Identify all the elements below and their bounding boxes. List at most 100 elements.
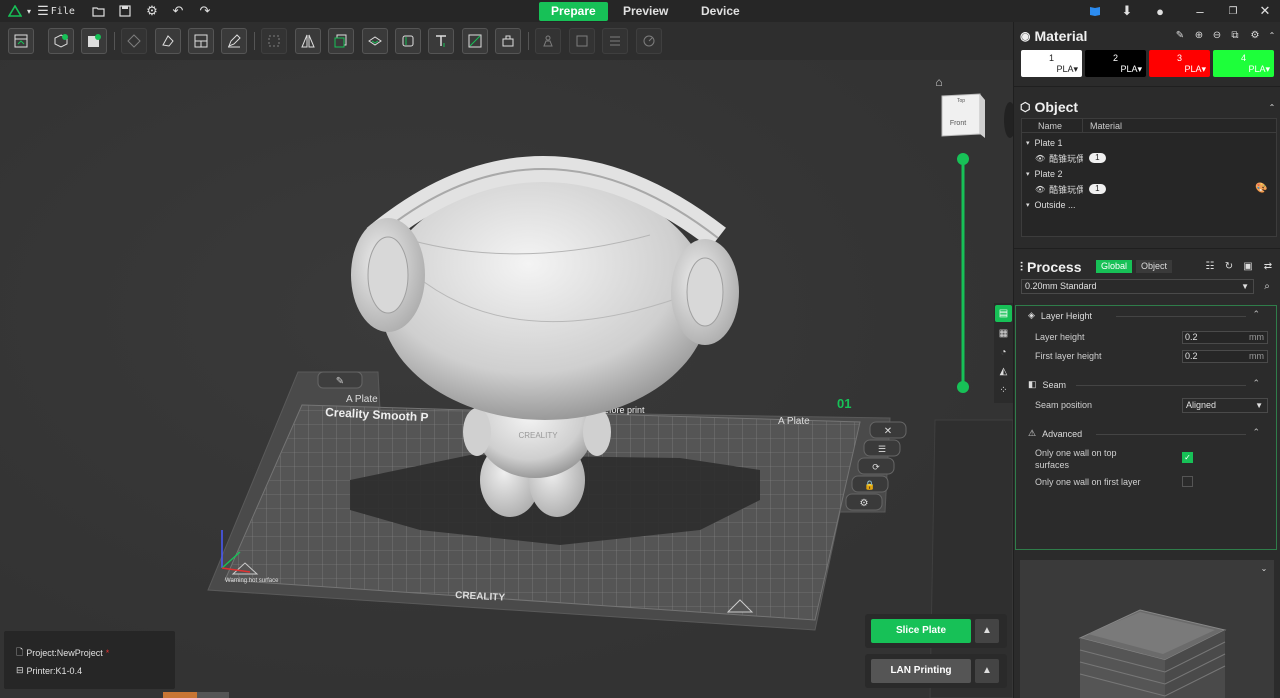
plate-row-1[interactable]: ▾ Plate 1	[1026, 136, 1063, 150]
section-advanced[interactable]: ⚠ Advanced	[1028, 428, 1082, 439]
tab-device[interactable]: Device	[689, 2, 752, 21]
timer-icon[interactable]	[636, 28, 662, 54]
seam-position-label: Seam position	[1035, 400, 1093, 410]
file-menu[interactable]: ☰ File	[37, 2, 75, 20]
add-object-icon[interactable]	[48, 28, 74, 54]
list-icon[interactable]	[602, 28, 628, 54]
view-cube-front: Front	[950, 120, 966, 127]
settings-list-icon[interactable]: ☷	[1204, 261, 1216, 273]
collapse-icon[interactable]: ⌃	[1252, 427, 1260, 438]
material-slot-4[interactable]: 4 PLA▾	[1213, 50, 1274, 77]
slice-preview[interactable]: ⌄	[1020, 560, 1274, 698]
text-icon[interactable]	[428, 28, 454, 54]
divider	[1014, 86, 1280, 87]
seam-paint-icon[interactable]	[395, 28, 421, 54]
eye-icon[interactable]: 👁	[1035, 185, 1045, 194]
home-view-icon[interactable]: ⌂	[935, 75, 942, 89]
lan-printing-button[interactable]: LAN Printing	[871, 659, 971, 683]
section-layer-height[interactable]: ◈ Layer Height	[1028, 310, 1092, 321]
paint-palette-icon[interactable]: 🎨	[1255, 183, 1267, 195]
mirror-icon[interactable]	[295, 28, 321, 54]
user-icon[interactable]: ●	[1152, 2, 1168, 20]
view-cube[interactable]: Top Front	[941, 93, 985, 138]
pencil-icon[interactable]	[221, 28, 247, 54]
one-wall-top-checkbox[interactable]: ✓	[1182, 452, 1193, 463]
object-row-1[interactable]: 👁 酷锥玩偶 1	[1035, 151, 1106, 165]
slice-plate-button[interactable]: Slice Plate	[871, 619, 971, 643]
chevron-down-icon[interactable]: ▾	[24, 2, 34, 20]
material-pill[interactable]: 1	[1089, 184, 1106, 194]
collapse-icon[interactable]: ⌃	[1252, 309, 1260, 320]
material-pill[interactable]: 1	[1089, 153, 1106, 163]
palette-icon: ◉	[1020, 29, 1031, 43]
one-wall-first-checkbox[interactable]	[1182, 476, 1193, 487]
material-slot-2[interactable]: 2 PLA▾	[1085, 50, 1146, 77]
paint-icon[interactable]: ✎	[1174, 30, 1186, 42]
search-icon[interactable]: ⌕	[1261, 281, 1273, 293]
open-folder-icon[interactable]	[90, 2, 106, 20]
layer-slider-top-handle[interactable]	[957, 153, 969, 165]
reset-icon[interactable]: ↻	[1223, 261, 1235, 273]
collapse-icon[interactable]: ⌃	[1266, 30, 1278, 42]
arrange-icon[interactable]	[155, 28, 181, 54]
color-paint-icon[interactable]	[462, 28, 488, 54]
auto-orient-icon[interactable]	[121, 28, 147, 54]
redo-icon[interactable]: ↷	[197, 2, 213, 20]
cut-icon[interactable]	[495, 28, 521, 54]
measure-icon[interactable]	[535, 28, 561, 54]
plate-row-2[interactable]: ▾ Plate 2	[1026, 167, 1063, 181]
collapse-icon[interactable]: ⌃	[1252, 378, 1260, 389]
layer-slider-bottom-handle[interactable]	[957, 381, 969, 393]
section-seam[interactable]: ◧ Seam	[1028, 379, 1066, 390]
gear-icon[interactable]: ⚙	[144, 2, 160, 20]
app-logo-icon[interactable]	[6, 2, 24, 20]
undo-icon[interactable]: ↶	[170, 2, 186, 20]
close-icon[interactable]: ✕	[1258, 2, 1272, 20]
collapse-icon[interactable]: ⌃	[1266, 102, 1278, 114]
gear-icon[interactable]: ⚙	[1249, 30, 1261, 42]
layer-height-input[interactable]: 0.2 mm	[1182, 331, 1268, 344]
save-icon[interactable]	[117, 2, 133, 20]
save-icon[interactable]: ▣	[1242, 261, 1254, 273]
assembly-icon[interactable]	[569, 28, 595, 54]
material-title: Material	[1034, 28, 1088, 44]
tab-global[interactable]: Global	[1096, 260, 1133, 273]
layout-icon[interactable]	[188, 28, 214, 54]
eye-icon[interactable]: 👁	[1035, 154, 1045, 163]
material-slot-1[interactable]: 1 PLA▾	[1021, 50, 1082, 77]
seam-position-select[interactable]: Aligned ▼	[1182, 398, 1268, 413]
divider	[1014, 248, 1280, 249]
quality-tab-icon[interactable]: ▤	[995, 305, 1012, 322]
outside-row[interactable]: ▾ Outside ...	[1026, 198, 1076, 212]
scale-icon[interactable]	[261, 28, 287, 54]
material-slot-3[interactable]: 3 PLA▾	[1149, 50, 1210, 77]
support-tab-icon[interactable]: ◭	[995, 363, 1012, 380]
sync-icon[interactable]: ⧉	[1229, 30, 1241, 42]
minimize-icon[interactable]: –	[1193, 2, 1207, 20]
first-layer-height-input[interactable]: 0.2 mm	[1182, 350, 1268, 363]
plate-view-icon[interactable]	[8, 28, 34, 54]
collapse-icon[interactable]: ⌄	[1258, 563, 1270, 575]
copy-icon[interactable]	[328, 28, 354, 54]
tab-object[interactable]: Object	[1136, 260, 1173, 273]
download-icon[interactable]: ⬇	[1119, 2, 1135, 20]
layer-height-label: Layer height	[1035, 332, 1085, 342]
chevron-up-icon[interactable]: ▲	[975, 619, 999, 643]
add-plate-icon[interactable]	[81, 28, 107, 54]
others-tab-icon[interactable]: ⁘	[995, 382, 1012, 399]
3d-viewport[interactable]: ✎ A Plate A Plate 01 Creality Smooth P B…	[0, 60, 1013, 698]
tab-prepare[interactable]: Prepare	[539, 2, 608, 21]
book-icon[interactable]	[1087, 2, 1103, 20]
speed-tab-icon[interactable]: ◔	[995, 344, 1012, 361]
remove-icon[interactable]: ⊖	[1211, 30, 1223, 42]
process-preset-select[interactable]: 0.20mm Standard ▼	[1021, 279, 1254, 294]
support-paint-icon[interactable]	[362, 28, 388, 54]
tab-preview[interactable]: Preview	[611, 2, 680, 21]
object-row-2[interactable]: 👁 酷锥玩偶-I 1	[1035, 182, 1106, 196]
restore-icon[interactable]: ❐	[1226, 2, 1240, 20]
add-icon[interactable]: ⊕	[1193, 30, 1205, 42]
plate-label: Plate 2	[1034, 169, 1063, 179]
strength-tab-icon[interactable]: ▦	[995, 325, 1012, 342]
compare-icon[interactable]: ⇄	[1262, 261, 1274, 273]
chevron-up-icon[interactable]: ▲	[975, 659, 999, 683]
